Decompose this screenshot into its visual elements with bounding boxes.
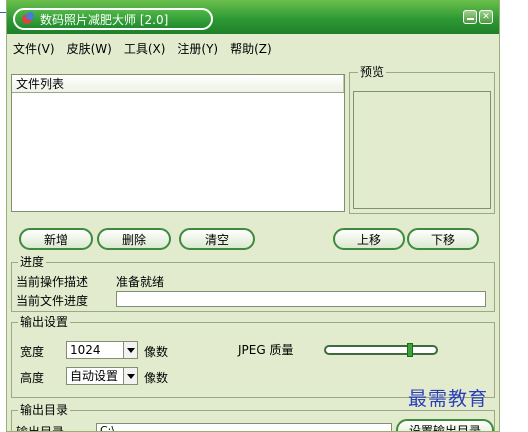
- operation-status: 准备就绪: [116, 275, 165, 289]
- menu-skin[interactable]: 皮肤(W): [67, 40, 112, 57]
- title-pill: 数码照片减肥大师 [2.0]: [13, 8, 213, 30]
- file-progress-label: 当前文件进度: [16, 294, 89, 308]
- close-icon[interactable]: ✕: [479, 10, 493, 24]
- height-select[interactable]: 自动设置: [66, 367, 138, 385]
- clear-button[interactable]: 清空: [179, 228, 255, 250]
- output-dir-label: 输出目录: [18, 403, 71, 417]
- menu-tools[interactable]: 工具(X): [124, 40, 166, 57]
- height-value: 自动设置: [70, 369, 119, 383]
- menu-bar: 文件(V) 皮肤(W) 工具(X) 注册(Y) 帮助(Z): [7, 38, 272, 58]
- window-controls: ✕: [463, 10, 493, 24]
- move-down-button[interactable]: 下移: [407, 228, 479, 250]
- output-dir-group: 输出目录 输出目录 C:\ 设置输出目录: [11, 403, 495, 432]
- width-unit: 像数: [144, 345, 169, 359]
- window-title: 数码照片减肥大师 [2.0]: [40, 12, 169, 27]
- menu-file[interactable]: 文件(V): [13, 40, 55, 57]
- app-icon: [21, 12, 35, 26]
- background-edge: [500, 0, 528, 432]
- file-list-header[interactable]: 文件列表: [12, 75, 344, 93]
- title-bar[interactable]: 数码照片减肥大师 [2.0] ✕: [7, 0, 499, 34]
- chevron-down-icon[interactable]: [123, 342, 137, 358]
- output-dir-field-label: 输出目录: [16, 425, 65, 432]
- jpeg-quality-label: JPEG 质量: [238, 343, 294, 357]
- preview-box: [353, 91, 491, 209]
- operation-label: 当前操作描述: [16, 275, 89, 289]
- progress-label: 进度: [18, 255, 47, 269]
- menu-register[interactable]: 注册(Y): [177, 40, 218, 57]
- file-list[interactable]: 文件列表: [11, 74, 345, 212]
- width-label: 宽度: [20, 345, 45, 359]
- set-output-dir-button[interactable]: 设置输出目录: [396, 419, 494, 431]
- delete-button[interactable]: 删除: [97, 228, 171, 250]
- file-list-body[interactable]: [12, 93, 344, 211]
- progress-group: 进度 当前操作描述 准备就绪 当前文件进度: [11, 255, 495, 312]
- slider-thumb[interactable]: [407, 343, 413, 357]
- add-button[interactable]: 新增: [19, 228, 93, 250]
- preview-group: 预览: [349, 65, 495, 214]
- output-settings-label: 输出设置: [18, 315, 71, 329]
- jpeg-quality-slider[interactable]: [324, 343, 438, 357]
- minimize-icon[interactable]: [463, 10, 477, 24]
- preview-label: 预览: [358, 65, 387, 79]
- width-value: 1024: [70, 343, 101, 357]
- height-unit: 像数: [144, 371, 169, 385]
- app-window: 数码照片减肥大师 [2.0] ✕ 文件(V) 皮肤(W) 工具(X) 注册(Y)…: [6, 0, 500, 432]
- chevron-down-icon[interactable]: [123, 368, 137, 384]
- height-label: 高度: [20, 371, 45, 385]
- menu-help[interactable]: 帮助(Z): [230, 40, 272, 57]
- file-progress-bar: [116, 291, 486, 307]
- output-dir-input[interactable]: C:\: [96, 423, 392, 431]
- watermark: 最需教育: [408, 388, 489, 410]
- width-select[interactable]: 1024: [66, 341, 138, 359]
- move-up-button[interactable]: 上移: [333, 228, 405, 250]
